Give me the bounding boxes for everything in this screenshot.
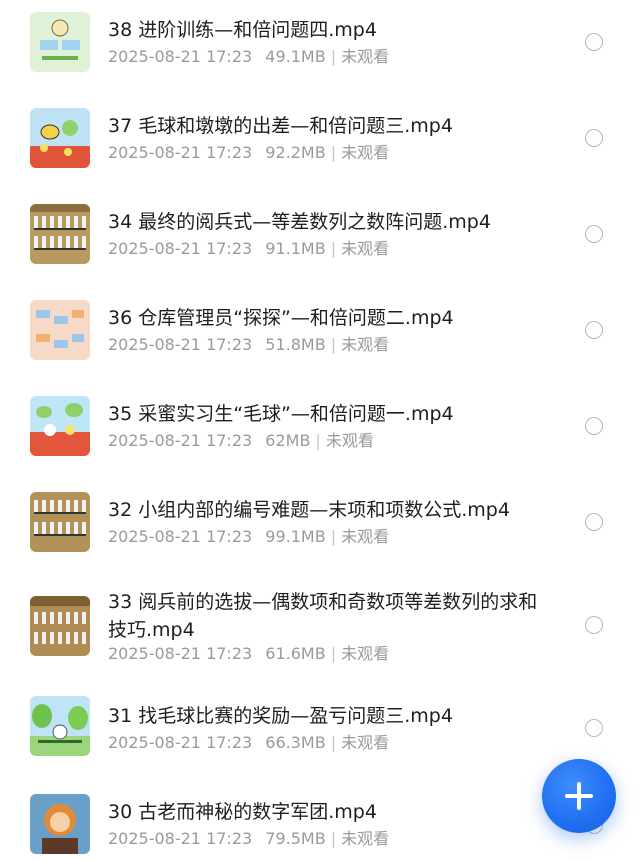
meta-divider: | (330, 335, 337, 354)
watch-status: 未观看 (325, 431, 374, 450)
meta-divider: | (330, 47, 337, 66)
meta-divider: | (330, 143, 337, 162)
warehouse-thumbnail (30, 300, 90, 360)
file-title: 35 采蜜实习生“毛球”—和倍问题一.mp4 (108, 403, 454, 425)
file-size: 66.3MB (265, 733, 326, 752)
file-meta: 2025-08-21 17:23 62MB | 未观看 (108, 431, 374, 451)
select-radio[interactable] (585, 417, 603, 435)
file-meta: 2025-08-21 17:23 49.1MB | 未观看 (108, 47, 389, 67)
file-date: 2025-08-21 17:23 (108, 644, 253, 663)
file-meta: 2025-08-21 17:23 92.2MB | 未观看 (108, 143, 389, 163)
meta-divider: | (330, 829, 337, 848)
meta-divider: | (330, 239, 337, 258)
file-meta: 2025-08-21 17:23 91.1MB | 未观看 (108, 239, 389, 259)
file-meta: 2025-08-21 17:23 79.5MB | 未观看 (108, 829, 389, 849)
flowers-thumbnail (30, 396, 90, 456)
file-title: 36 仓库管理员“探探”—和倍问题二.mp4 (108, 307, 454, 329)
file-date: 2025-08-21 17:23 (108, 431, 253, 450)
meta-divider: | (330, 644, 337, 663)
file-title: 30 古老而神秘的数字军团.mp4 (108, 801, 377, 823)
select-radio[interactable] (585, 321, 603, 339)
meta-divider: | (330, 733, 337, 752)
file-size: 49.1MB (265, 47, 326, 66)
character-thumbnail (30, 794, 90, 854)
watch-status: 未观看 (341, 527, 390, 546)
file-meta: 2025-08-21 17:23 99.1MB | 未观看 (108, 527, 389, 547)
file-size: 92.2MB (265, 143, 326, 162)
math-lesson-thumbnail (30, 12, 90, 72)
add-button[interactable] (542, 759, 616, 833)
select-radio[interactable] (585, 719, 603, 737)
file-size: 99.1MB (265, 527, 326, 546)
select-radio[interactable] (585, 513, 603, 531)
meta-divider: | (315, 431, 321, 450)
file-size: 51.8MB (265, 335, 326, 354)
watch-status: 未观看 (341, 829, 390, 848)
file-date: 2025-08-21 17:23 (108, 335, 253, 354)
file-meta: 2025-08-21 17:23 66.3MB | 未观看 (108, 733, 389, 753)
file-meta: 2025-08-21 17:23 61.6MB | 未观看 (108, 644, 389, 664)
file-meta: 2025-08-21 17:23 51.8MB | 未观看 (108, 335, 389, 355)
file-title: 34 最终的阅兵式—等差数列之数阵问题.mp4 (108, 211, 491, 233)
file-size: 61.6MB (265, 644, 326, 663)
file-date: 2025-08-21 17:23 (108, 527, 253, 546)
meta-divider: | (330, 527, 337, 546)
file-size: 62MB (265, 431, 311, 450)
file-title: 31 找毛球比赛的奖励—盈亏问题三.mp4 (108, 705, 453, 727)
bee-cartoon-thumbnail (30, 108, 90, 168)
file-title: 38 进阶训练—和倍问题四.mp4 (108, 19, 377, 41)
select-radio[interactable] (585, 33, 603, 51)
soldiers-thumbnail (30, 492, 90, 552)
select-radio[interactable] (585, 225, 603, 243)
file-size: 79.5MB (265, 829, 326, 848)
file-date: 2025-08-21 17:23 (108, 829, 253, 848)
file-date: 2025-08-21 17:23 (108, 239, 253, 258)
watch-status: 未观看 (341, 644, 390, 663)
watch-status: 未观看 (341, 239, 390, 258)
soldiers-thumbnail (30, 204, 90, 264)
file-title: 32 小组内部的编号难题—末项和项数公式.mp4 (108, 499, 510, 521)
file-date: 2025-08-21 17:23 (108, 733, 253, 752)
watch-status: 未观看 (341, 47, 390, 66)
file-date: 2025-08-21 17:23 (108, 47, 253, 66)
watch-status: 未观看 (341, 335, 390, 354)
file-size: 91.1MB (265, 239, 326, 258)
file-title: 33 阅兵前的选拔—偶数项和奇数项等差数列的求和技巧.mp4 (108, 591, 538, 641)
file-date: 2025-08-21 17:23 (108, 143, 253, 162)
file-title: 37 毛球和墩墩的出差—和倍问题三.mp4 (108, 115, 453, 137)
watch-status: 未观看 (341, 733, 390, 752)
select-radio[interactable] (585, 129, 603, 147)
soldiers-thumbnail (30, 596, 90, 656)
select-radio[interactable] (585, 616, 603, 634)
forest-thumbnail (30, 696, 90, 756)
watch-status: 未观看 (341, 143, 390, 162)
